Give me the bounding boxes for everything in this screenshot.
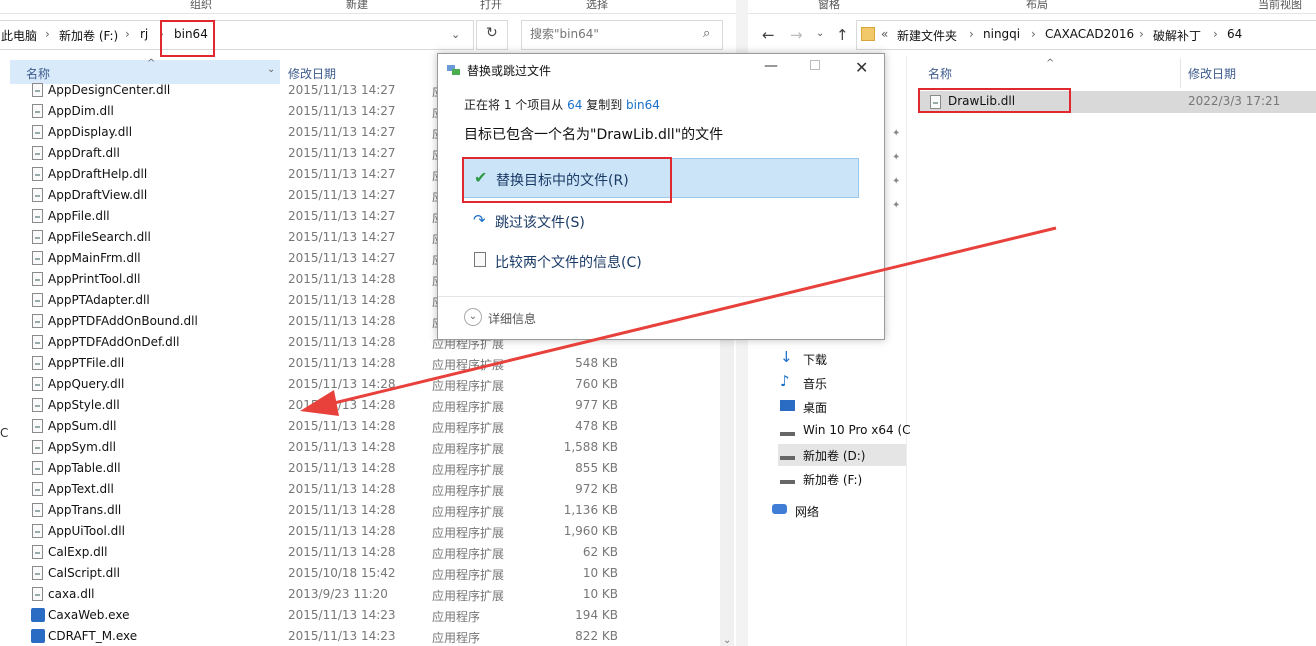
annotation-arrow bbox=[300, 226, 1057, 416]
arrow-head-icon bbox=[300, 390, 339, 416]
arrow-shaft bbox=[329, 226, 1057, 406]
